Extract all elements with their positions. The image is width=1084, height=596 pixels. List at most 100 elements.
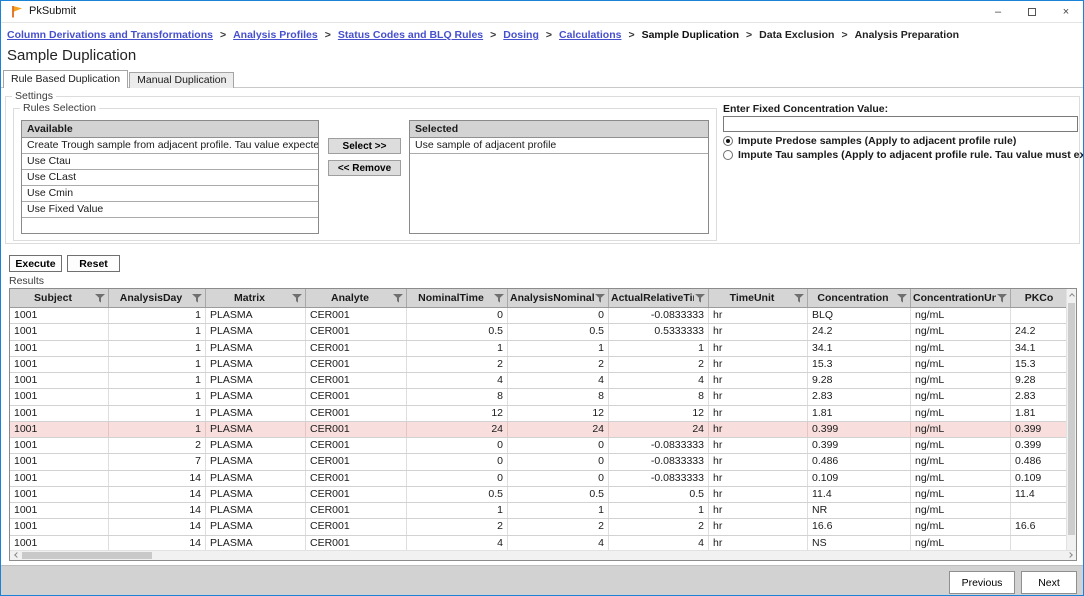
cell-concentration: BLQ	[808, 308, 911, 323]
column-header-analysisnominalt[interactable]: AnalysisNominalT	[508, 289, 609, 307]
table-row[interactable]: 10011PLASMACER001444hr9.28ng/mL9.28	[10, 373, 1066, 389]
breadcrumb-item-column-derivations-and-transformations[interactable]: Column Derivations and Transformations	[7, 29, 213, 41]
list-item[interactable]: Use Cmin	[22, 186, 318, 202]
list-item[interactable]: Use CLast	[22, 170, 318, 186]
cell-subject: 1001	[10, 503, 109, 518]
table-row[interactable]: 10011PLASMACER001222hr15.3ng/mL15.3	[10, 357, 1066, 373]
table-row[interactable]: 100114PLASMACER001444hrNSng/mL	[10, 536, 1066, 550]
filter-icon[interactable]	[793, 294, 805, 303]
selected-list-header: Selected	[410, 121, 708, 138]
filter-icon[interactable]	[94, 294, 106, 303]
cell-subject: 1001	[10, 324, 109, 339]
column-header-nominaltime[interactable]: NominalTime	[407, 289, 508, 307]
column-header-analyte[interactable]: Analyte	[306, 289, 407, 307]
close-button[interactable]: ×	[1049, 1, 1083, 23]
table-row[interactable]: 100114PLASMACER001111hrNRng/mL	[10, 503, 1066, 519]
filter-icon[interactable]	[896, 294, 908, 303]
table-row[interactable]: 10017PLASMACER00100-0.0833333hr0.486ng/m…	[10, 454, 1066, 470]
column-header-concentrationunit[interactable]: ConcentrationUnit	[911, 289, 1011, 307]
filter-icon[interactable]	[996, 294, 1008, 303]
table-row[interactable]: 10011PLASMACER0010.50.50.5333333hr24.2ng…	[10, 324, 1066, 340]
cell-concentrationunit: ng/mL	[911, 454, 1011, 469]
cell-timeunit: hr	[709, 519, 808, 534]
cell-matrix: PLASMA	[206, 341, 306, 356]
column-header-concentration[interactable]: Concentration	[808, 289, 911, 307]
remove-button[interactable]: << Remove	[328, 160, 401, 176]
breadcrumb-item-sample-duplication: Sample Duplication	[642, 29, 739, 41]
breadcrumb-item-dosing[interactable]: Dosing	[503, 29, 539, 41]
breadcrumb-separator: >	[490, 29, 496, 41]
filter-icon[interactable]	[694, 294, 706, 303]
table-row[interactable]: 10011PLASMACER001888hr2.83ng/mL2.83	[10, 389, 1066, 405]
column-header-label: Matrix	[208, 292, 291, 304]
fixed-concentration-input[interactable]	[723, 116, 1078, 132]
table-row[interactable]: 10011PLASMACER001242424hr0.399ng/mL0.399	[10, 422, 1066, 438]
reset-button[interactable]: Reset	[67, 255, 120, 272]
previous-button[interactable]: Previous	[949, 571, 1015, 594]
cell-pkco: 0.399	[1011, 438, 1066, 453]
vertical-scroll-thumb[interactable]	[1068, 303, 1075, 535]
column-header-subject[interactable]: Subject	[10, 289, 109, 307]
cell-subject: 1001	[10, 341, 109, 356]
cell-pkco: 0.399	[1011, 422, 1066, 437]
cell-analysisnominalt: 4	[508, 536, 609, 550]
cell-concentrationunit: ng/mL	[911, 308, 1011, 323]
cell-analyte: CER001	[306, 519, 407, 534]
column-header-matrix[interactable]: Matrix	[206, 289, 306, 307]
cell-concentration: 9.28	[808, 373, 911, 388]
breadcrumb-item-status-codes-and-blq-rules[interactable]: Status Codes and BLQ Rules	[338, 29, 483, 41]
column-header-timeunit[interactable]: TimeUnit	[709, 289, 808, 307]
radio-option-1[interactable]: Impute Predose samples (Apply to adjacen…	[723, 134, 1084, 147]
cell-analyte: CER001	[306, 454, 407, 469]
filter-icon[interactable]	[493, 294, 505, 303]
list-item[interactable]: Use Fixed Value	[22, 202, 318, 218]
table-row[interactable]: 100114PLASMACER0010.50.50.5hr11.4ng/mL11…	[10, 487, 1066, 503]
cell-nominaltime: 2	[407, 357, 508, 372]
cell-pkco: 0.486	[1011, 454, 1066, 469]
list-item[interactable]: Use Ctau	[22, 154, 318, 170]
horizontal-scroll-thumb[interactable]	[22, 552, 152, 559]
scroll-left-icon[interactable]	[11, 553, 21, 557]
cell-analysisnominalt: 12	[508, 406, 609, 421]
column-header-analysisday[interactable]: AnalysisDay	[109, 289, 206, 307]
tab-rule-based-duplication[interactable]: Rule Based Duplication	[3, 70, 128, 88]
next-button[interactable]: Next	[1021, 571, 1077, 594]
cell-actualrelativetim: 0.5	[609, 487, 709, 502]
tab-manual-duplication[interactable]: Manual Duplication	[129, 72, 234, 88]
cell-actualrelativetim: -0.0833333	[609, 454, 709, 469]
cell-timeunit: hr	[709, 373, 808, 388]
cell-matrix: PLASMA	[206, 389, 306, 404]
execute-button[interactable]: Execute	[9, 255, 62, 272]
table-row[interactable]: 100114PLASMACER001222hr16.6ng/mL16.6	[10, 519, 1066, 535]
scroll-up-icon[interactable]	[1067, 292, 1076, 298]
minimize-button[interactable]: –	[981, 1, 1015, 23]
table-row[interactable]: 10012PLASMACER00100-0.0833333hr0.399ng/m…	[10, 438, 1066, 454]
cell-analysisday: 14	[109, 487, 206, 502]
column-header-pkco[interactable]: PKCo	[1011, 289, 1066, 307]
breadcrumb-item-calculations[interactable]: Calculations	[559, 29, 621, 41]
table-row[interactable]: 10011PLASMACER001121212hr1.81ng/mL1.81	[10, 406, 1066, 422]
vertical-scrollbar[interactable]	[1066, 289, 1076, 550]
maximize-button[interactable]	[1015, 1, 1049, 23]
table-row[interactable]: 10011PLASMACER00100-0.0833333hrBLQng/mL	[10, 308, 1066, 324]
column-header-label: PKCo	[1013, 292, 1065, 304]
horizontal-scrollbar[interactable]	[10, 550, 1076, 560]
fixed-concentration-label: Enter Fixed Concentration Value:	[723, 103, 888, 115]
filter-icon[interactable]	[594, 294, 606, 303]
select-button[interactable]: Select >>	[328, 138, 401, 154]
cell-concentration: 2.83	[808, 389, 911, 404]
filter-icon[interactable]	[392, 294, 404, 303]
filter-icon[interactable]	[291, 294, 303, 303]
list-item[interactable]: Create Trough sample from adjacent profi…	[22, 138, 318, 154]
filter-icon[interactable]	[191, 294, 203, 303]
cell-timeunit: hr	[709, 341, 808, 356]
scroll-right-icon[interactable]	[1065, 553, 1075, 557]
table-row[interactable]: 10011PLASMACER001111hr34.1ng/mL34.1	[10, 341, 1066, 357]
radio-option-2[interactable]: Impute Tau samples (Apply to adjacent pr…	[723, 148, 1084, 161]
table-row[interactable]: 100114PLASMACER00100-0.0833333hr0.109ng/…	[10, 471, 1066, 487]
cell-matrix: PLASMA	[206, 487, 306, 502]
column-header-actualrelativetim[interactable]: ActualRelativeTim	[609, 289, 709, 307]
list-item[interactable]: Use sample of adjacent profile	[410, 138, 708, 154]
column-header-label: ConcentrationUnit	[913, 292, 996, 304]
breadcrumb-item-analysis-profiles[interactable]: Analysis Profiles	[233, 29, 318, 41]
